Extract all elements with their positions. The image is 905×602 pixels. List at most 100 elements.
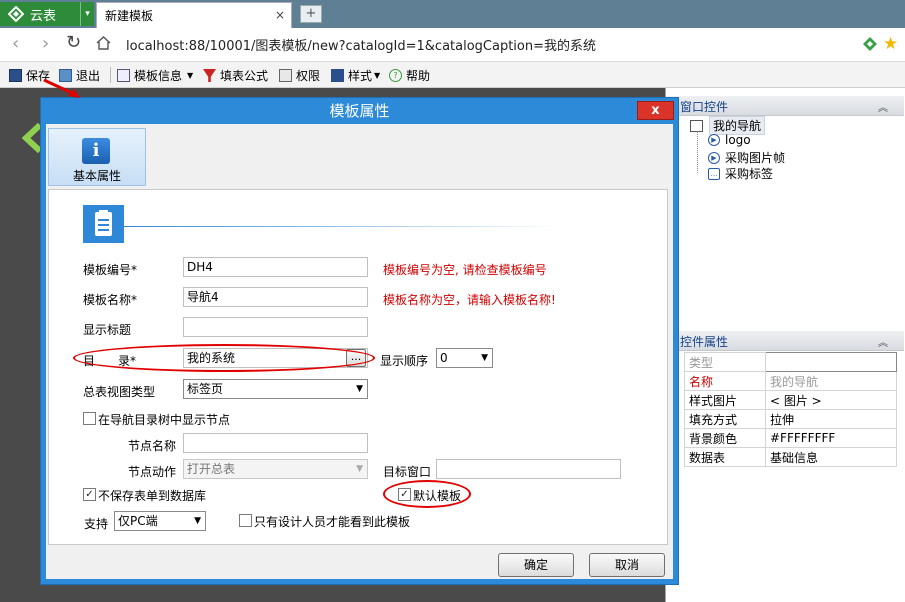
property-value[interactable]: 我的导航 — [765, 371, 897, 391]
tree-node-logo[interactable]: ▶ logo — [708, 133, 751, 147]
property-row[interactable]: 数据表 基础信息 — [684, 447, 897, 467]
play-circle-icon: ▶ — [708, 134, 720, 146]
new-tab-button[interactable]: + — [300, 5, 322, 23]
chevron-down-icon: ▼ — [374, 71, 381, 80]
tab-label: 新建模板 — [105, 9, 154, 23]
url-input[interactable]: localhost:88/10001/图表模板/new?catalogId=1&… — [126, 35, 596, 54]
ok-button[interactable]: 确定 — [498, 553, 574, 577]
display-order-value: 0 — [440, 351, 448, 365]
property-value[interactable]: 拉伸 — [765, 409, 897, 429]
chevron-down-icon: ▼ — [187, 71, 194, 80]
properties-table: 类型 名称 我的导航 样式图片 < 图片 > 填充方式 拉伸 背景颜色 #FFFFFFF… — [684, 352, 897, 467]
property-row[interactable]: 名称 我的导航 — [684, 371, 897, 391]
property-name: 填充方式 — [684, 409, 766, 429]
tree-node-label: 采购图片帧 — [725, 151, 786, 165]
property-value[interactable]: 基础信息 — [765, 447, 897, 467]
reload-icon[interactable]: ↻ — [66, 32, 81, 53]
permission-label: 权限 — [296, 69, 321, 83]
highlight-oval — [383, 480, 471, 508]
dropdown-arrow-icon: ▼ — [356, 384, 363, 394]
style-menu[interactable]: 样式 ▼ — [331, 67, 380, 84]
tree-node-label: 采购标签 — [725, 167, 774, 181]
property-row[interactable]: 类型 — [684, 352, 897, 372]
property-name: 数据表 — [684, 447, 766, 467]
tree-node-label: logo — [725, 133, 751, 147]
floppy-disk-icon — [9, 69, 22, 82]
chevron-down-icon[interactable]: ▾ — [80, 2, 94, 26]
extension-icon[interactable] — [862, 36, 878, 52]
permission-button[interactable]: 权限 — [279, 67, 320, 84]
template-name-label: 模板名称* — [83, 293, 138, 307]
fill-formula-button[interactable]: 填表公式 — [203, 67, 268, 84]
show-in-nav-checkbox[interactable] — [83, 412, 96, 425]
properties-panel-title: 控件属性 — [680, 335, 729, 349]
view-type-value: 标签页 — [187, 382, 224, 396]
tab-new-template[interactable]: 新建模板 — [96, 2, 292, 28]
property-row[interactable]: 样式图片 < 图片 > — [684, 390, 897, 410]
section-divider — [124, 226, 564, 227]
close-tab-icon[interactable]: × — [273, 8, 287, 22]
view-type-label: 总表视图类型 — [83, 385, 156, 399]
clipboard-icon — [83, 205, 124, 243]
nav-tile-label: 基本属性 — [72, 169, 121, 183]
forward-arrow-icon[interactable]: › — [42, 33, 49, 54]
highlight-oval — [73, 344, 375, 372]
dialog-close-button[interactable]: x — [637, 101, 674, 120]
home-icon[interactable] — [96, 36, 111, 50]
template-name-error: 模板名称为空，请输入模板名称! — [383, 293, 556, 307]
property-value[interactable]: < 图片 > — [765, 390, 897, 410]
dialog-title: 模板属性 — [329, 102, 390, 120]
display-title-label: 显示标题 — [83, 323, 132, 337]
display-order-label: 显示顺序 — [380, 354, 429, 368]
grid-lock-icon — [279, 69, 292, 82]
node-action-label: 节点动作 — [128, 465, 177, 479]
canvas-logo-fragment — [22, 123, 42, 153]
property-name: 样式图片 — [684, 390, 766, 410]
designer-only-checkbox[interactable] — [239, 514, 252, 527]
target-window-label: 目标窗口 — [383, 465, 432, 479]
back-arrow-icon[interactable]: ‹ — [12, 33, 19, 54]
play-circle-icon: ▶ — [708, 151, 720, 164]
tree-node-image-frame[interactable]: ▶ 采购图片帧 — [708, 149, 785, 166]
help-circle-icon: ? — [389, 69, 402, 82]
dropdown-arrow-icon: ▼ — [194, 516, 201, 526]
template-info-menu[interactable]: 模板信息 ▼ — [117, 67, 193, 84]
property-value[interactable] — [765, 352, 897, 372]
help-button[interactable]: ? 帮助 — [389, 67, 430, 84]
app-menu-button[interactable]: 云表 — [0, 2, 80, 26]
template-code-input[interactable]: DH4 — [183, 257, 368, 277]
property-row[interactable]: 填充方式 拉伸 — [684, 409, 897, 429]
support-value: 仅PC端 — [118, 514, 158, 528]
property-name: 名称 — [684, 371, 766, 391]
app-tab-label: 云表 — [30, 8, 57, 24]
tree-node-tag[interactable]: … 采购标签 — [708, 165, 773, 182]
help-label: 帮助 — [406, 69, 431, 83]
node-action-select[interactable]: 打开总表 ▼ — [183, 459, 368, 479]
no-save-checkbox[interactable]: ✓ — [83, 488, 96, 501]
fill-formula-label: 填表公式 — [220, 69, 269, 83]
style-label: 样式 — [348, 69, 373, 83]
property-value[interactable]: #FFFFFFFF — [765, 428, 897, 448]
display-order-select[interactable]: 0 ▼ — [436, 348, 493, 368]
collapse-icon[interactable]: ︽ — [878, 334, 888, 349]
toolbar-divider — [110, 67, 111, 83]
show-in-nav-label: 在导航目录树中显示节点 — [98, 413, 231, 427]
controls-panel-title: 窗口控件 — [680, 100, 729, 114]
template-name-input[interactable]: 导航4 — [183, 287, 368, 307]
bookmark-star-icon[interactable]: ★ — [883, 34, 898, 54]
funnel-icon — [203, 69, 216, 82]
annotation-arrow — [43, 78, 80, 98]
window-icon — [117, 69, 130, 82]
target-window-input[interactable] — [436, 459, 621, 479]
designer-only-label: 只有设计人员才能看到此模板 — [254, 515, 411, 529]
template-code-error: 模板编号为空, 请检查模板编号 — [383, 263, 547, 277]
display-title-input[interactable] — [183, 317, 368, 337]
support-select[interactable]: 仅PC端 ▼ — [114, 511, 206, 531]
cancel-button[interactable]: 取消 — [589, 553, 665, 577]
node-name-input[interactable] — [183, 433, 368, 453]
property-name: 背景颜色 — [684, 428, 766, 448]
property-row[interactable]: 背景颜色 #FFFFFFFF — [684, 428, 897, 448]
view-type-select[interactable]: 标签页 ▼ — [183, 379, 368, 399]
tree-connector — [697, 131, 707, 173]
collapse-icon[interactable]: ︽ — [878, 99, 888, 114]
